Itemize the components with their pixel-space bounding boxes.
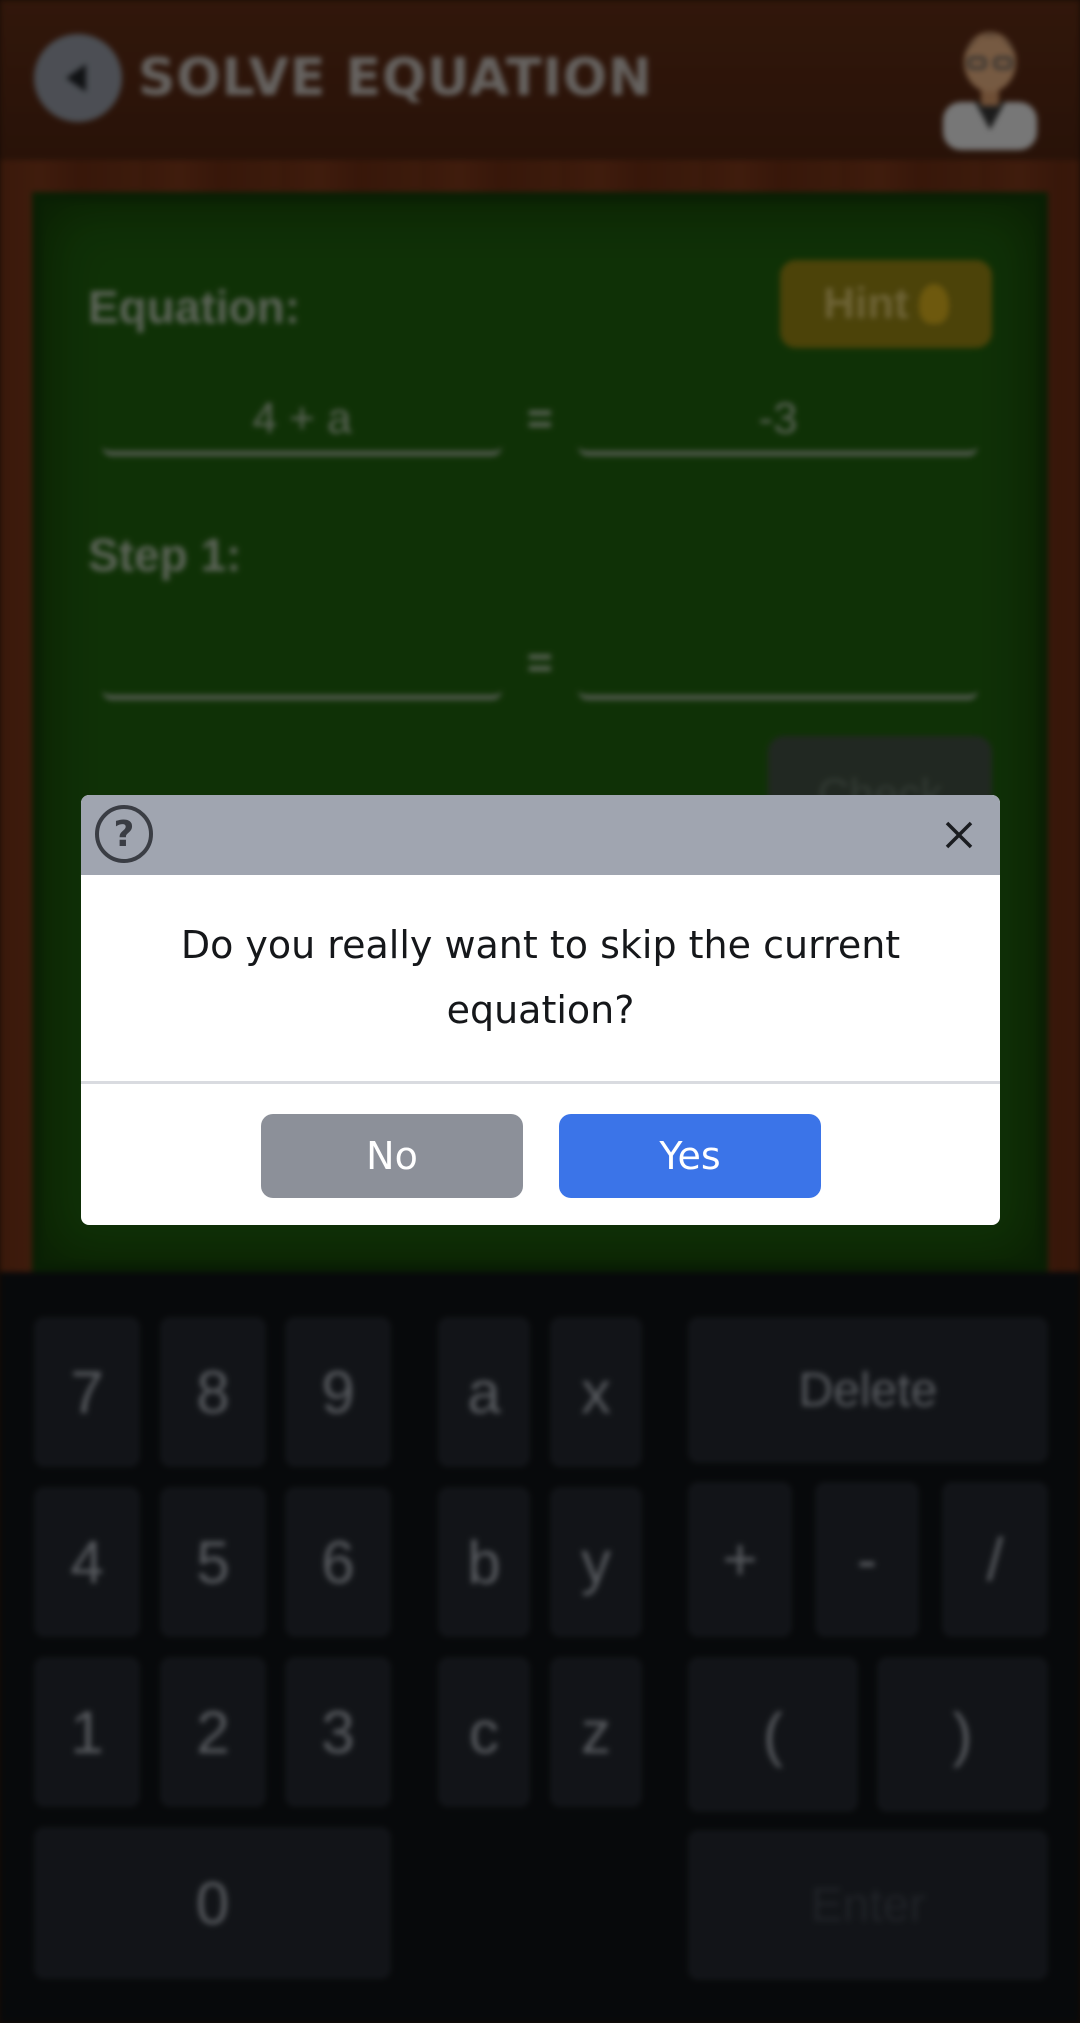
dialog-divider: [81, 1081, 1000, 1084]
dialog-header: ?: [81, 795, 1000, 875]
yes-button[interactable]: Yes: [559, 1114, 821, 1198]
dialog-message: Do you really want to skip the current e…: [180, 923, 901, 1032]
question-circle-icon: ?: [95, 805, 153, 863]
skip-confirm-dialog: ? Do you really want to skip the current…: [81, 795, 1000, 1225]
close-icon[interactable]: [939, 815, 979, 855]
no-button[interactable]: No: [261, 1114, 523, 1198]
